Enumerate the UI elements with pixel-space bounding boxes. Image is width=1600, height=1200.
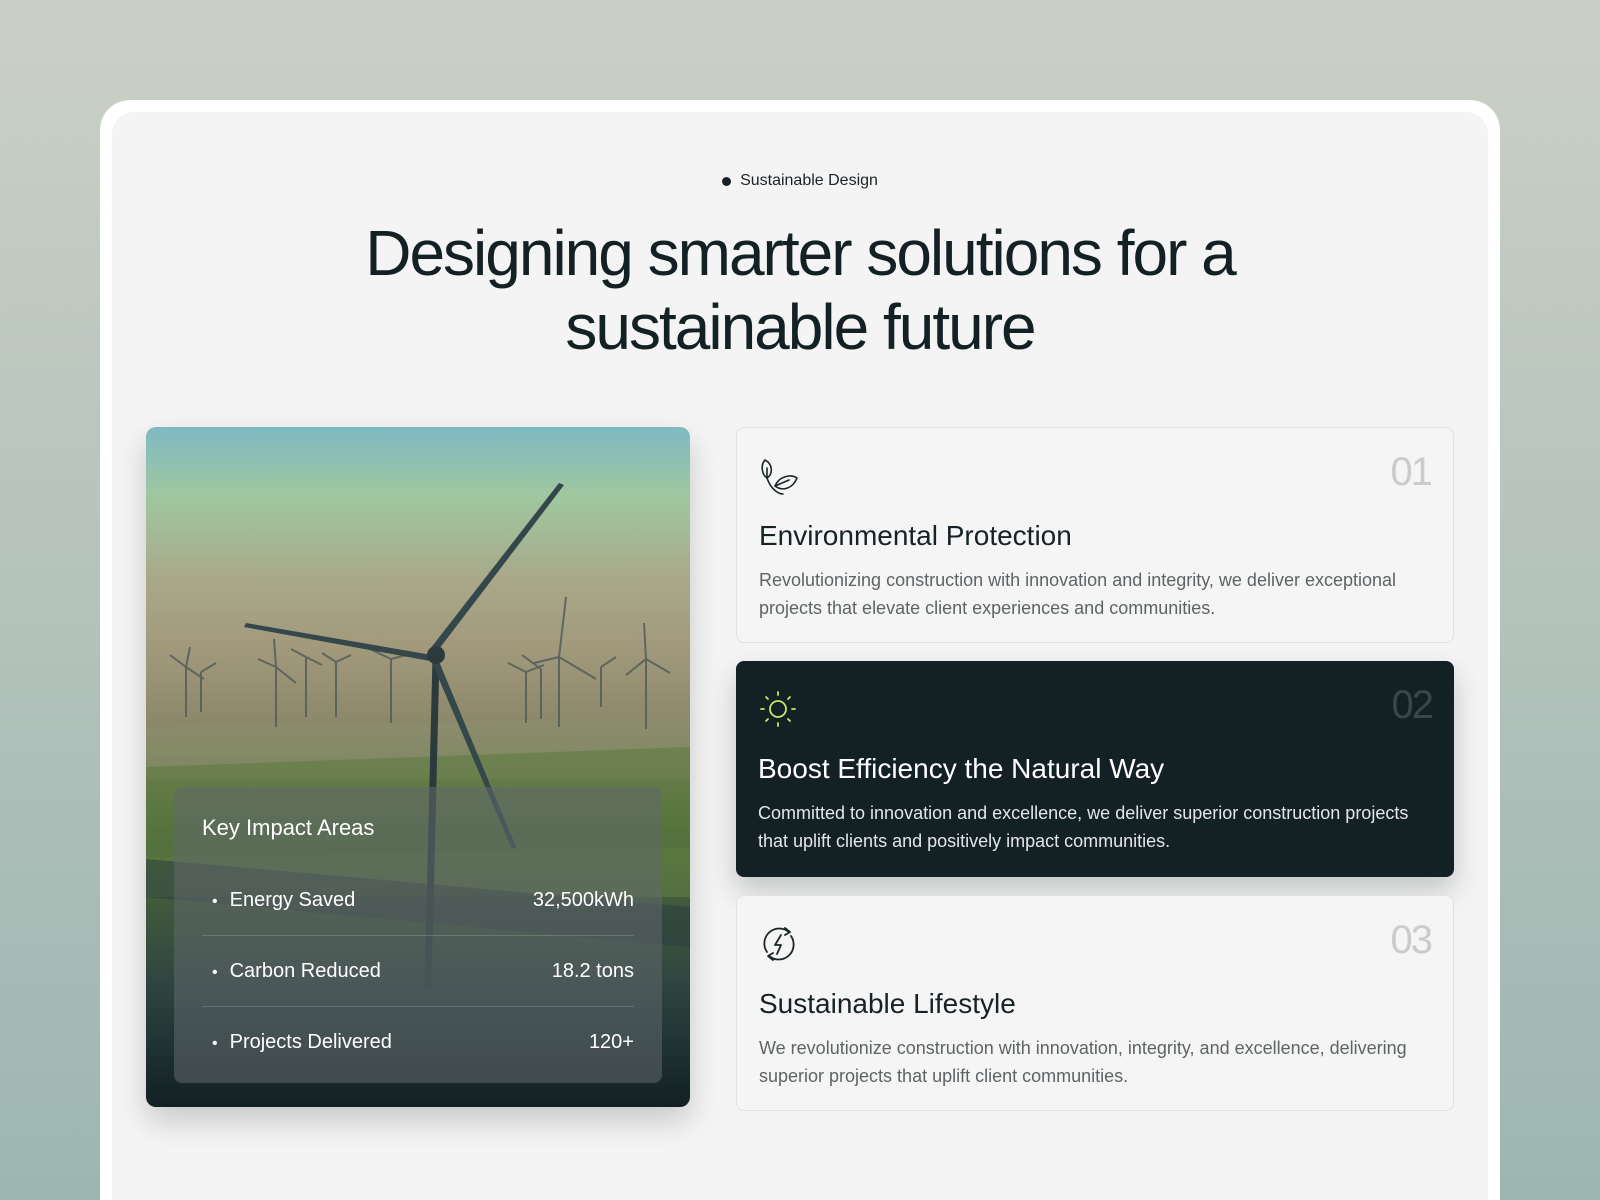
feature-number: 03 <box>1390 918 1433 962</box>
feature-number: 01 <box>1390 450 1433 494</box>
impact-label: Carbon Reduced <box>202 960 381 983</box>
impact-row: Carbon Reduced 18.2 tons <box>202 936 634 1007</box>
impact-row: Projects Delivered 120+ <box>202 1007 634 1078</box>
impact-row: Energy Saved 32,500kWh <box>202 865 634 936</box>
feature-description: We revolutionize construction with innov… <box>759 1038 1407 1086</box>
renewable-energy-icon <box>763 927 795 961</box>
feature-title: Sustainable Lifestyle <box>759 988 1016 1019</box>
section-eyebrow: Sustainable Design <box>0 172 1600 190</box>
feature-description: Revolutionizing construction with innova… <box>759 570 1397 618</box>
feature-card-environmental-protection[interactable]: 01 Environmental Protection Revolutioniz… <box>736 427 1454 643</box>
impact-value: 120+ <box>588 1031 634 1053</box>
impact-label: Energy Saved <box>202 889 356 912</box>
feature-description: Committed to innovation and excellence, … <box>758 803 1409 851</box>
feature-card-boost-efficiency[interactable]: 02 Boost Efficiency the Natural Way Comm… <box>736 661 1454 877</box>
impact-value: 32,500kWh <box>532 888 634 911</box>
feature-card-sustainable-lifestyle[interactable]: 03 Sustainable Lifestyle We revolutioniz… <box>736 895 1454 1111</box>
impact-value: 18.2 tons <box>551 959 634 982</box>
bullet-dot-icon <box>722 176 732 186</box>
feature-title: Environmental Protection <box>759 520 1072 551</box>
leaf-icon <box>761 459 798 495</box>
sun-icon <box>760 691 796 727</box>
wind-turbine-photo-card: Key Impact Areas Energy Saved 32,500kWh … <box>146 427 690 1107</box>
headline-line-1: Designing smarter solutions for a <box>365 217 1237 289</box>
eyebrow-label: Sustainable Design <box>740 172 878 189</box>
key-impact-panel: Key Impact Areas Energy Saved 32,500kWh … <box>174 787 662 1083</box>
headline-line-2: sustainable future <box>565 291 1036 363</box>
page-headline: Designing smarter solutions for a sustai… <box>200 216 1400 364</box>
feature-number: 02 <box>1391 683 1434 727</box>
impact-title: Key Impact Areas <box>202 815 375 840</box>
feature-title: Boost Efficiency the Natural Way <box>758 753 1165 784</box>
impact-label: Projects Delivered <box>202 1031 392 1054</box>
